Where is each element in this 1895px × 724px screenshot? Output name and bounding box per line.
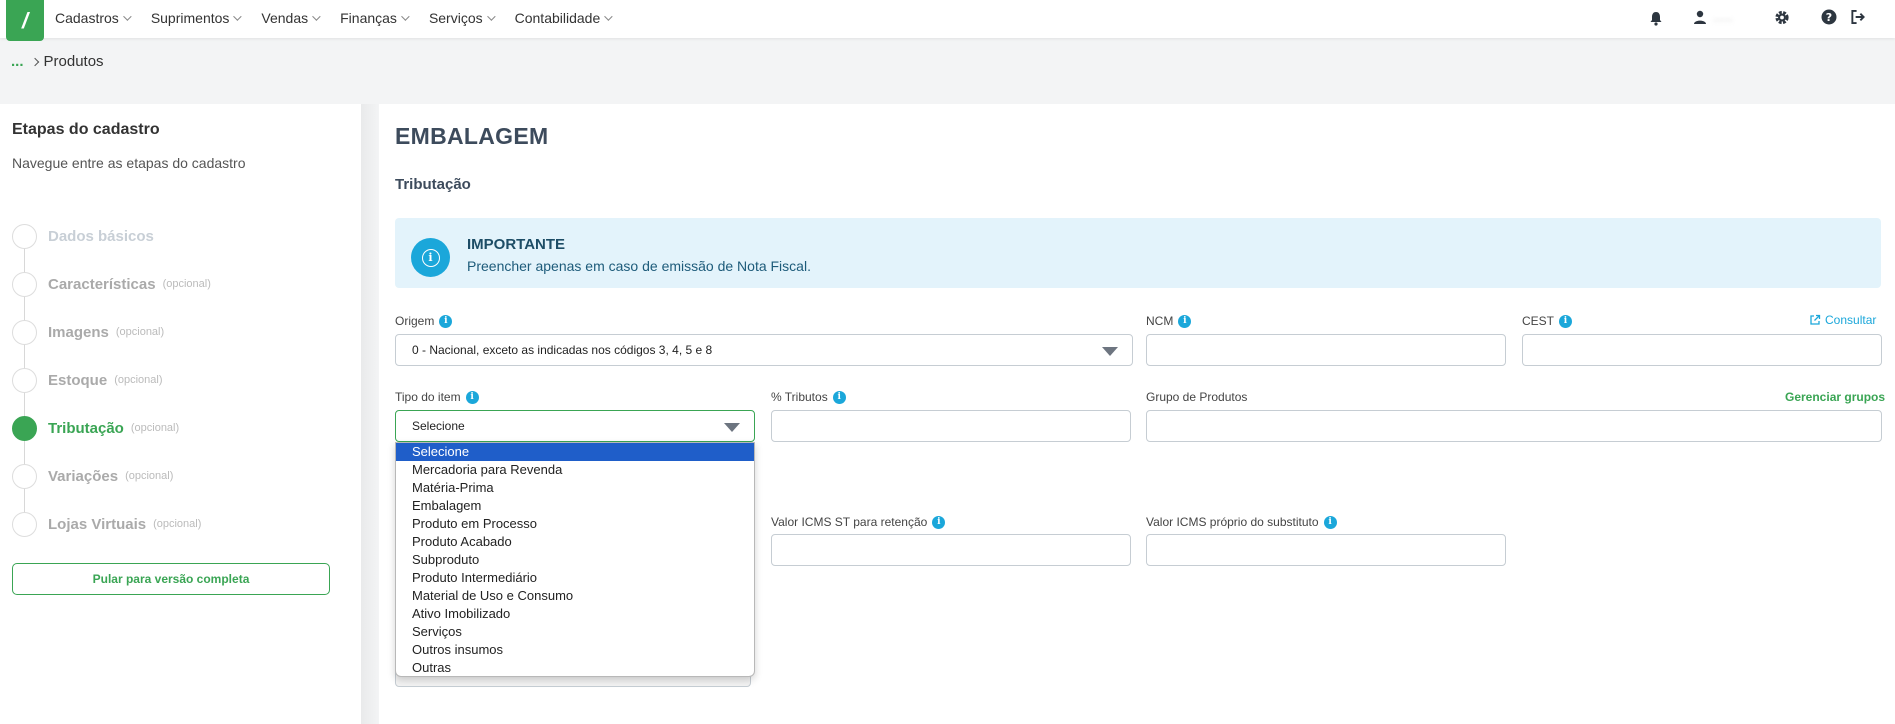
menu-contabilidade[interactable]: Contabilidade [515, 10, 613, 26]
cest-label: CEST i [1522, 314, 1573, 328]
icms-proprio-input[interactable] [1146, 534, 1506, 566]
step-tributacao[interactable]: Tributação (opcional) [12, 415, 179, 441]
dropdown-option[interactable]: Produto em Processo [396, 515, 754, 533]
info-icon: i [411, 238, 450, 277]
info-icon[interactable]: i [1323, 515, 1337, 529]
breadcrumb: ... Produtos [11, 53, 104, 70]
info-icon[interactable]: i [1178, 314, 1192, 328]
step-indicator [12, 271, 37, 297]
user-name: ...... [1713, 10, 1734, 24]
icms-st-label: Valor ICMS ST para retenção i [771, 515, 946, 529]
logout-icon[interactable] [1850, 9, 1866, 25]
icms-proprio-label: Valor ICMS próprio do substituto i [1146, 515, 1337, 529]
chevron-down-icon [401, 12, 410, 21]
origem-label: Origem i [395, 314, 453, 328]
gear-icon[interactable] [1774, 9, 1790, 25]
breadcrumb-ellipsis[interactable]: ... [11, 53, 24, 70]
menu-suprimentos[interactable]: Suprimentos [151, 10, 243, 26]
grupo-produtos-label: Grupo de Produtos [1146, 390, 1248, 404]
menu-financas[interactable]: Finanças [340, 10, 410, 26]
tipo-item-dropdown-list: Selecione Mercadoria para Revenda Matéri… [395, 442, 755, 677]
help-icon[interactable]: ? [1821, 9, 1837, 25]
step-dados-basicos[interactable]: Dados básicos [12, 223, 154, 249]
grupo-produtos-input[interactable] [1146, 410, 1882, 442]
main-menu: Cadastros Suprimentos Vendas Finanças Se… [55, 0, 632, 36]
dropdown-option[interactable]: Outros insumos [396, 641, 754, 659]
steps-sidebar: Etapas do cadastro Navegue entre as etap… [0, 104, 361, 724]
dropdown-option[interactable]: Outras [396, 659, 754, 676]
skip-to-full-version-button[interactable]: Pular para versão completa [12, 563, 330, 595]
menu-vendas[interactable]: Vendas [261, 10, 321, 26]
dropdown-option[interactable]: Produto Acabado [396, 533, 754, 551]
info-icon[interactable]: i [465, 390, 479, 404]
cest-input[interactable] [1522, 334, 1882, 366]
step-estoque[interactable]: Estoque (opcional) [12, 367, 163, 393]
panel-divider [361, 104, 379, 724]
dropdown-option[interactable]: Ativo Imobilizado [396, 605, 754, 623]
alert-text: Preencher apenas em caso de emissão de N… [467, 258, 811, 274]
chevron-down-icon [122, 12, 132, 21]
tipo-item-select[interactable]: Selecione [395, 410, 755, 442]
step-indicator [12, 367, 37, 393]
ncm-input[interactable] [1146, 334, 1506, 366]
step-indicator [12, 511, 37, 537]
breadcrumb-current: Produtos [43, 53, 104, 70]
chevron-down-icon [233, 12, 243, 21]
info-icon[interactable]: i [1559, 314, 1573, 328]
dropdown-option[interactable]: Embalagem [396, 497, 754, 515]
sidebar-title: Etapas do cadastro [12, 121, 160, 138]
dropdown-option[interactable]: Material de Uso e Consumo [396, 587, 754, 605]
user-menu[interactable]: ...... [1693, 10, 1733, 24]
dropdown-option[interactable]: Subproduto [396, 551, 754, 569]
alert-title: IMPORTANTE [467, 236, 566, 253]
step-indicator [12, 463, 37, 489]
origem-select[interactable]: 0 - Nacional, exceto as indicadas nos có… [395, 334, 1133, 366]
info-icon[interactable]: i [439, 314, 453, 328]
ncm-label: NCM i [1146, 314, 1192, 328]
page-title: EMBALAGEM [395, 123, 549, 149]
dropdown-option[interactable]: Serviços [396, 623, 754, 641]
menu-servicos[interactable]: Serviços [429, 10, 496, 26]
chevron-down-icon [604, 12, 613, 21]
gerenciar-grupos-link[interactable]: Gerenciar grupos [1785, 390, 1885, 404]
dropdown-option[interactable]: Mercadoria para Revenda [396, 461, 754, 479]
icms-st-input[interactable] [771, 534, 1131, 566]
step-indicator-active [12, 415, 37, 441]
consultar-link[interactable]: Consultar [1809, 313, 1876, 327]
step-lojas-virtuais[interactable]: Lojas Virtuais (opcional) [12, 511, 201, 537]
step-variacoes[interactable]: Variações (opcional) [12, 463, 173, 489]
dropdown-option[interactable]: Matéria-Prima [396, 479, 754, 497]
svg-text:?: ? [1826, 11, 1832, 24]
caret-down-icon [724, 423, 740, 432]
tributos-label: % Tributos i [771, 390, 846, 404]
step-indicator [12, 319, 37, 345]
step-indicator [12, 223, 37, 249]
tipo-item-label: Tipo do item i [395, 390, 479, 404]
top-navbar: / Cadastros Suprimentos Vendas Finanças … [0, 0, 1895, 41]
external-link-icon [1810, 314, 1821, 325]
important-alert: i IMPORTANTE Preencher apenas em caso de… [395, 218, 1881, 288]
dropdown-option[interactable]: Selecione [396, 443, 754, 461]
caret-down-icon [1102, 347, 1118, 356]
sidebar-subtitle: Navegue entre as etapas do cadastro [12, 155, 246, 171]
chevron-right-icon [30, 57, 39, 66]
dropdown-option[interactable]: Produto Intermediário [396, 569, 754, 587]
step-caracteristicas[interactable]: Características (opcional) [12, 271, 211, 297]
app-logo[interactable]: / [6, 0, 44, 41]
section-title: Tributação [395, 176, 471, 193]
step-imagens[interactable]: Imagens (opcional) [12, 319, 164, 345]
bell-icon[interactable] [1648, 10, 1664, 26]
info-icon[interactable]: i [932, 515, 946, 529]
user-icon [1694, 10, 1706, 24]
tributos-input[interactable] [771, 410, 1131, 442]
menu-cadastros[interactable]: Cadastros [55, 10, 132, 26]
chevron-down-icon [312, 12, 321, 21]
chevron-down-icon [486, 12, 496, 21]
info-icon[interactable]: i [832, 390, 846, 404]
